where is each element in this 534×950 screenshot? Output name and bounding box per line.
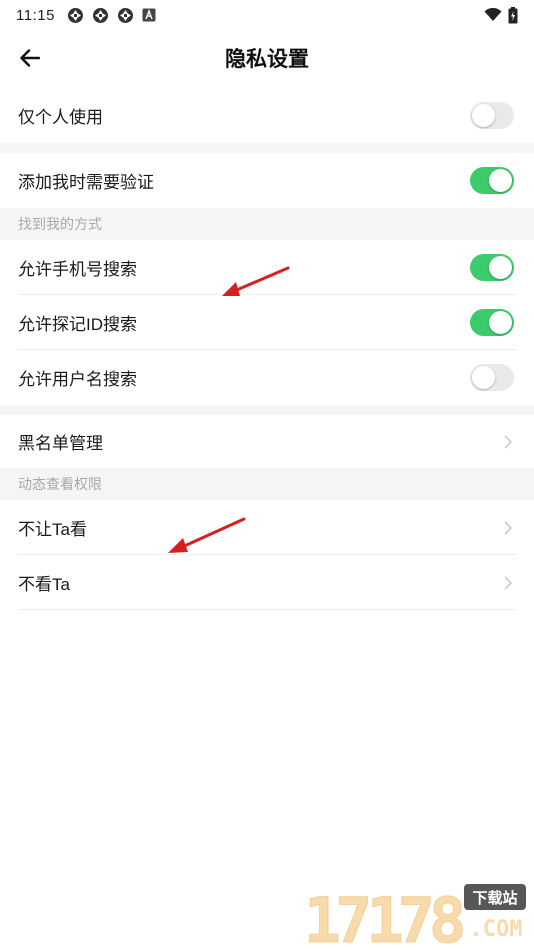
status-icons-left xyxy=(67,7,156,24)
section-gap xyxy=(0,405,534,415)
svg-text:.COM: .COM xyxy=(470,917,523,942)
setting-username-search: 允许用户名搜索 xyxy=(0,350,534,405)
hide-feed-from-item[interactable]: 不让Ta看 xyxy=(0,500,534,555)
toggle-knob xyxy=(489,256,512,279)
setting-phone-search: 允许手机号搜索 xyxy=(0,240,534,295)
setting-label: 仅个人使用 xyxy=(18,108,103,127)
svg-text:下载站: 下载站 xyxy=(472,889,517,907)
sync-icon xyxy=(117,7,133,23)
toggle-knob xyxy=(489,311,512,334)
section-header-feed-permissions: 动态查看权限 xyxy=(0,468,534,500)
blacklist-management-item[interactable]: 黑名单管理 xyxy=(0,415,534,468)
setting-personal-only: 仅个人使用 xyxy=(0,88,534,143)
chevron-right-icon xyxy=(504,520,514,536)
setting-id-search: 允许探记ID搜索 xyxy=(0,295,534,350)
notification-a-icon xyxy=(142,8,156,22)
back-button[interactable] xyxy=(14,44,46,72)
setting-verify-on-add: 添加我时需要验证 xyxy=(0,153,534,208)
battery-icon xyxy=(508,6,518,23)
status-bar: 11:15 xyxy=(0,0,534,30)
personal-only-toggle[interactable] xyxy=(470,102,514,129)
verify-on-add-toggle[interactable] xyxy=(470,167,514,194)
setting-label: 添加我时需要验证 xyxy=(18,173,154,192)
section-header-find-me: 找到我的方式 xyxy=(0,208,534,240)
page-title: 隐私设置 xyxy=(225,48,309,71)
toggle-knob xyxy=(472,366,495,389)
status-time: 11:15 xyxy=(16,6,55,24)
setting-label: 不让Ta看 xyxy=(18,520,87,539)
settings-list: 仅个人使用 添加我时需要验证 找到我的方式 允许手机号搜索 允许探记ID搜索 允… xyxy=(0,88,534,610)
section-gap xyxy=(0,143,534,153)
toggle-knob xyxy=(472,104,495,127)
setting-label: 黑名单管理 xyxy=(18,434,103,453)
chevron-right-icon xyxy=(504,434,514,450)
svg-text:17178: 17178 xyxy=(304,884,463,950)
wifi-icon xyxy=(484,8,502,21)
setting-label: 允许探记ID搜索 xyxy=(18,315,137,334)
site-watermark-logo: 17178 下载站 .COM xyxy=(304,884,526,950)
back-arrow-icon xyxy=(20,49,40,67)
toggle-knob xyxy=(489,169,512,192)
username-search-toggle[interactable] xyxy=(470,364,514,391)
sync-icon xyxy=(92,7,108,23)
phone-search-toggle[interactable] xyxy=(470,254,514,281)
sync-icon xyxy=(67,7,83,23)
nav-bar: 隐私设置 xyxy=(0,30,534,86)
setting-label: 允许用户名搜索 xyxy=(18,370,137,389)
setting-label: 允许手机号搜索 xyxy=(18,260,137,279)
id-search-toggle[interactable] xyxy=(470,309,514,336)
status-icons-right xyxy=(484,6,518,24)
setting-label: 不看Ta xyxy=(18,575,70,594)
mute-feed-of-item[interactable]: 不看Ta xyxy=(0,555,534,610)
chevron-right-icon xyxy=(504,575,514,591)
